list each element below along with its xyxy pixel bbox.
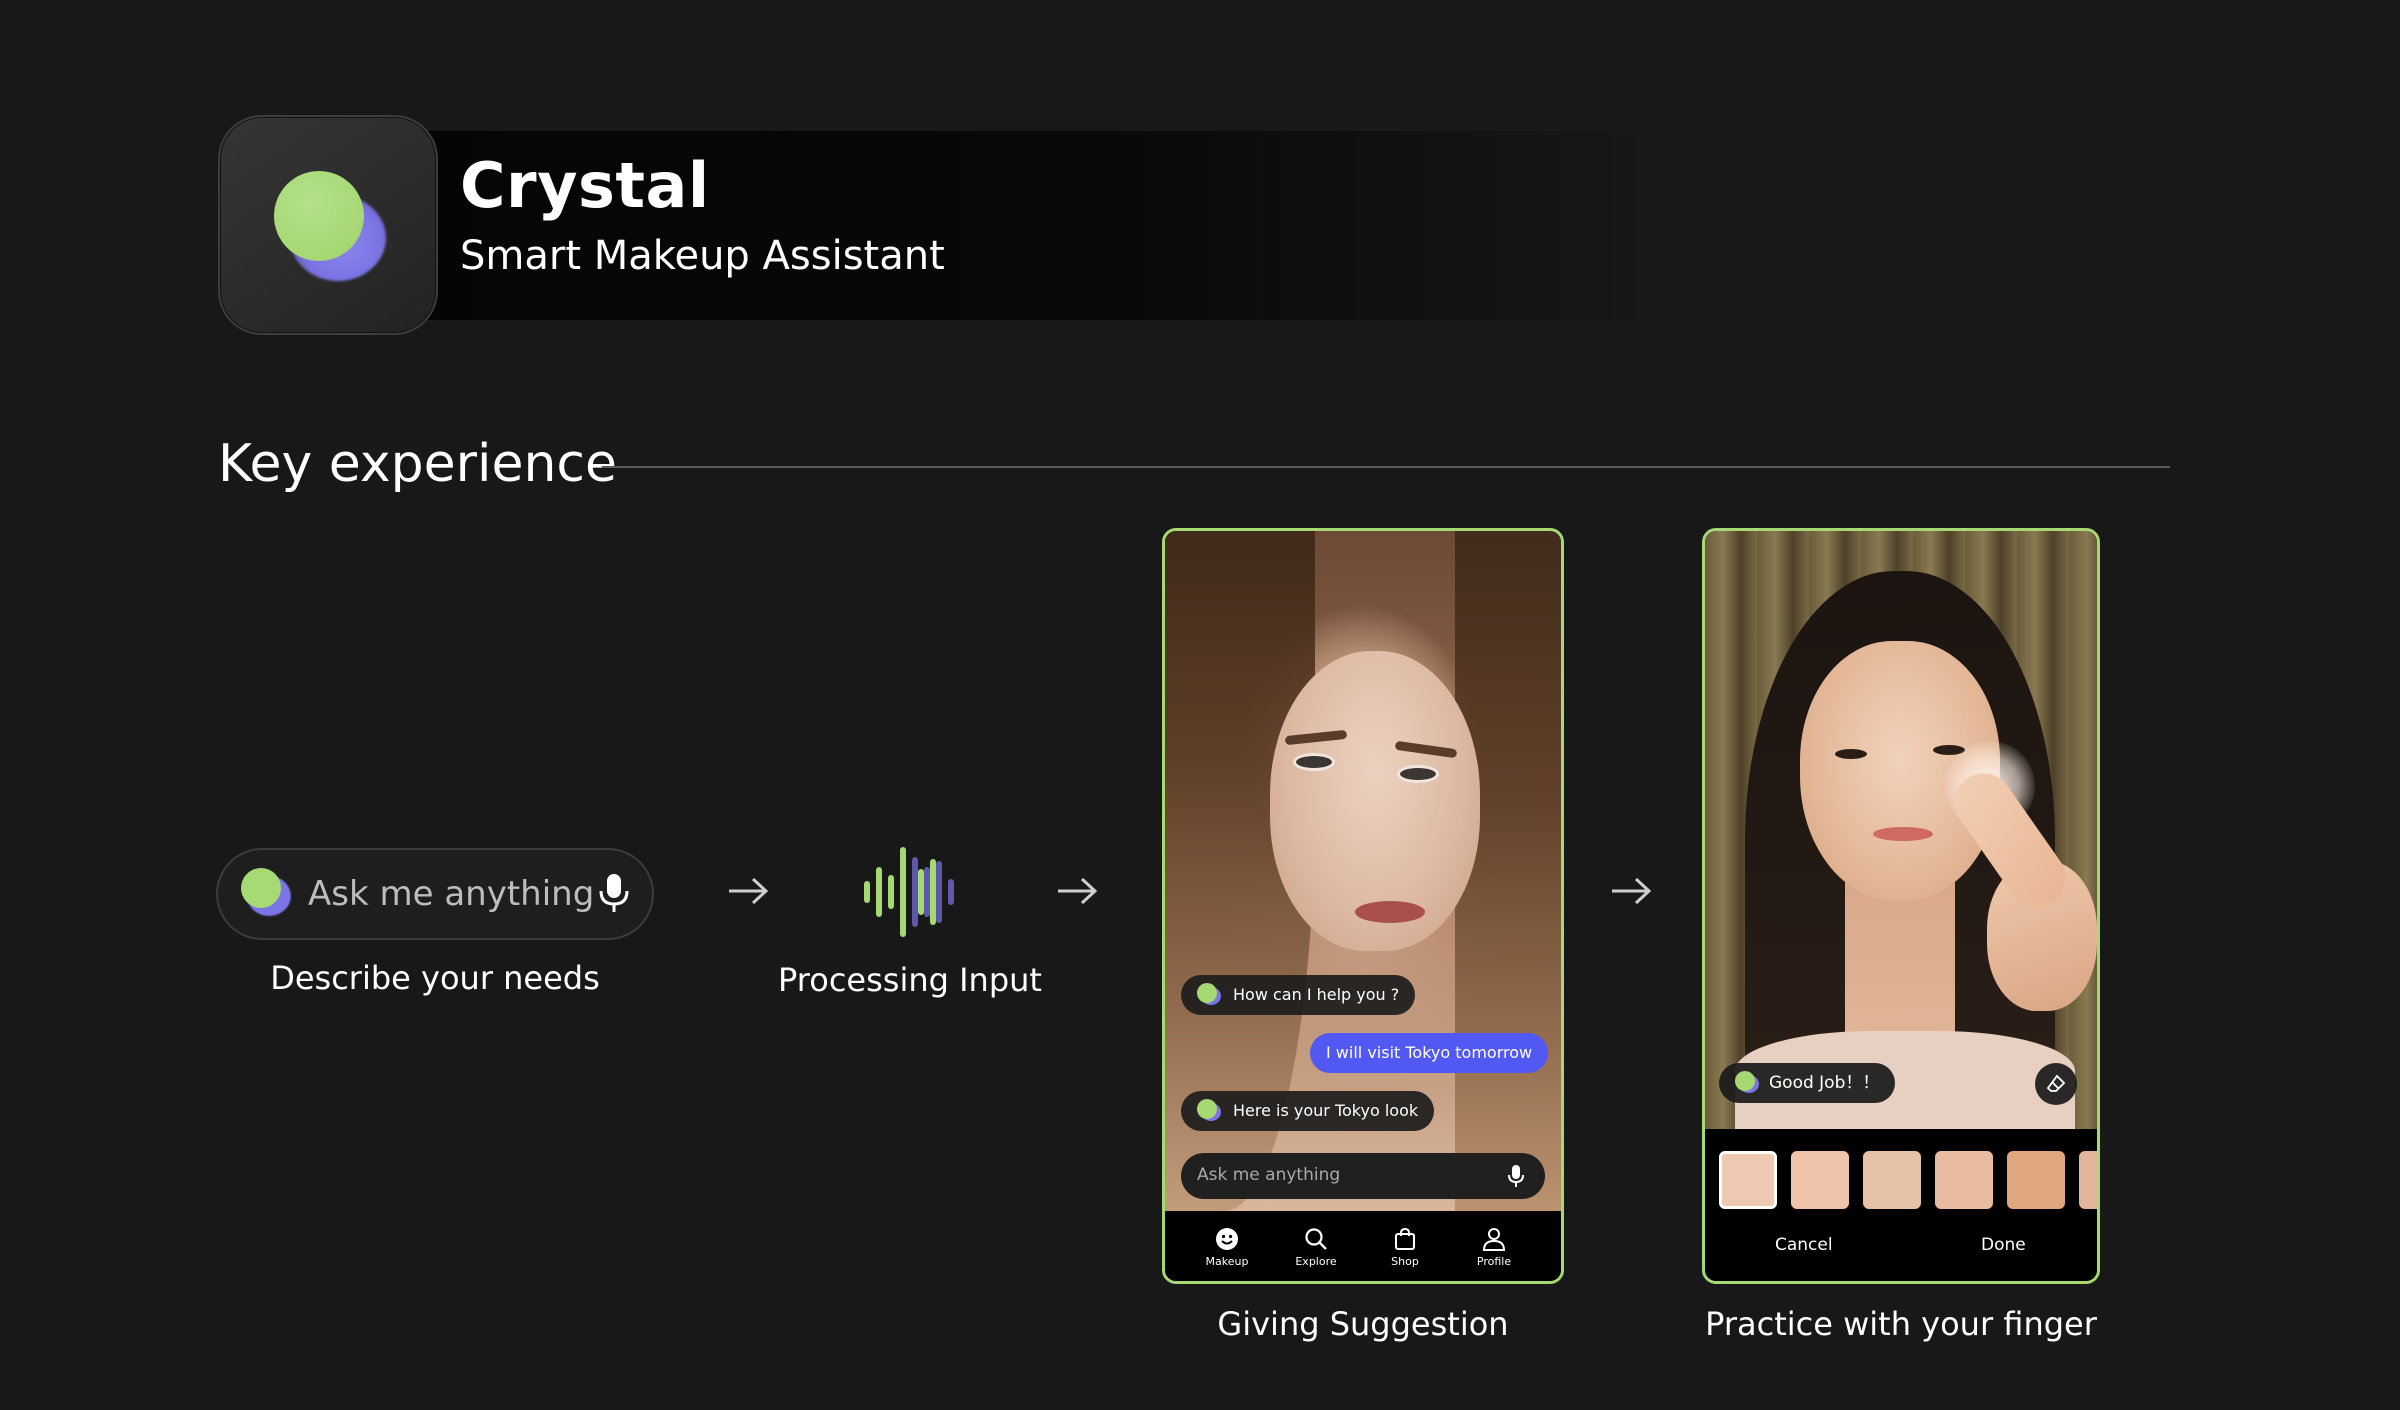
color-swatch[interactable] <box>1935 1151 1993 1209</box>
color-swatch[interactable] <box>1791 1151 1849 1209</box>
swatch-panel: Cancel Done <box>1705 1129 2097 1281</box>
phone-practice-screen: Good Job！！ Cancel Done <box>1702 528 2100 1284</box>
chat-bubble-user: I will visit Tokyo tomorrow <box>1310 1033 1549 1073</box>
color-swatch[interactable] <box>1863 1151 1921 1209</box>
eye-left <box>1835 749 1867 759</box>
profile-icon <box>1482 1228 1506 1251</box>
ask-input-placeholder: Ask me anything <box>308 874 595 914</box>
nav-label: Profile <box>1476 1255 1512 1268</box>
arrow-right-icon <box>1058 877 1098 905</box>
feedback-text: Good Job！！ <box>1769 1073 1880 1093</box>
phone-suggestion-screen: How can I help you ? I will visit Tokyo … <box>1162 528 1564 1284</box>
nav-item-explore[interactable]: Explore <box>1276 1227 1356 1268</box>
arrow-right-icon <box>729 877 769 905</box>
step-caption-describe: Describe your needs <box>270 959 600 997</box>
eraser-button[interactable] <box>2035 1063 2077 1105</box>
done-button[interactable]: Done <box>1981 1237 2026 1254</box>
lips-shape <box>1355 901 1425 923</box>
step-caption-processing: Processing Input <box>778 961 1042 999</box>
section-title: Key experience <box>218 434 618 494</box>
microphone-icon[interactable] <box>596 872 632 914</box>
phone-ask-placeholder: Ask me anything <box>1197 1165 1341 1185</box>
bottom-nav: Makeup Explore Shop Profile <box>1165 1211 1561 1281</box>
microphone-icon[interactable] <box>1507 1164 1525 1188</box>
chat-message-text: Here is your Tokyo look <box>1233 1101 1419 1120</box>
section-divider <box>602 466 2170 468</box>
logo-green-circle <box>274 171 364 261</box>
assistant-avatar-icon-green <box>1197 983 1217 1003</box>
smiley-icon <box>1216 1228 1238 1250</box>
nav-item-profile[interactable]: Profile <box>1454 1227 1534 1268</box>
search-icon <box>1305 1228 1327 1250</box>
assistant-logo-icon-green <box>241 868 281 908</box>
app-subtitle: Smart Makeup Assistant <box>460 233 945 279</box>
arrow-right-icon <box>1612 877 1652 905</box>
shopping-bag-icon <box>1395 1227 1415 1250</box>
nav-label: Explore <box>1295 1255 1337 1268</box>
eye-right <box>1397 765 1439 783</box>
color-swatch[interactable] <box>2079 1151 2097 1209</box>
color-swatch[interactable] <box>1719 1151 1777 1209</box>
chat-message-text: I will visit Tokyo tomorrow <box>1326 1043 1533 1062</box>
chat-message-text: How can I help you ? <box>1233 985 1400 1004</box>
eye-left <box>1293 753 1335 771</box>
nav-item-shop[interactable]: Shop <box>1365 1227 1445 1268</box>
nav-label: Makeup <box>1205 1255 1249 1268</box>
lips-shape <box>1873 827 1933 841</box>
app-name: Crystal <box>460 149 710 222</box>
step-caption-suggestion: Giving Suggestion <box>1217 1305 1509 1343</box>
assistant-avatar-icon-green <box>1735 1071 1755 1091</box>
nav-item-makeup[interactable]: Makeup <box>1187 1227 1267 1268</box>
cancel-button[interactable]: Cancel <box>1775 1237 1833 1254</box>
waveform-icon <box>864 847 954 937</box>
assistant-avatar-icon-green <box>1197 1099 1217 1119</box>
eraser-icon <box>2046 1074 2066 1092</box>
color-swatch[interactable] <box>2007 1151 2065 1209</box>
nav-label: Shop <box>1391 1255 1419 1268</box>
step-caption-practice: Practice with your finger <box>1705 1305 2097 1343</box>
